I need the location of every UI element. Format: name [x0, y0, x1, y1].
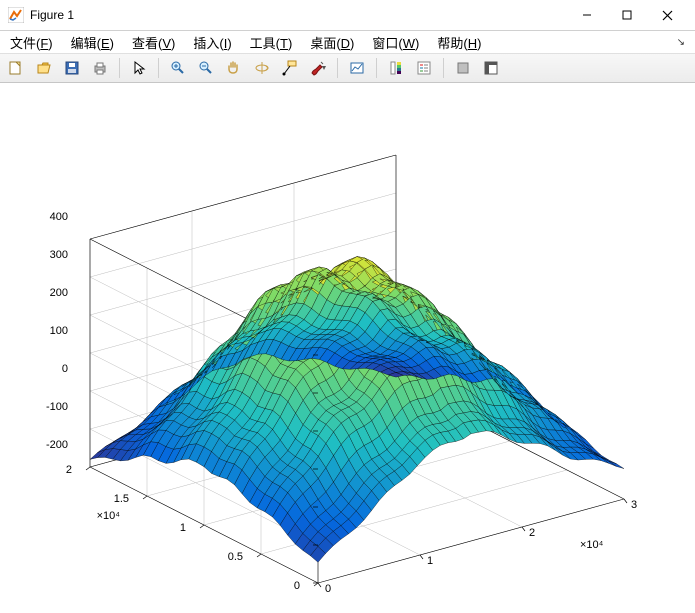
x-tick-label: 2: [529, 527, 559, 539]
toolbar: [0, 53, 695, 83]
menubar: 文件(F) 编辑(E) 查看(V) 插入(I) 工具(T) 桌面(D) 窗口(W…: [0, 31, 695, 53]
minimize-button[interactable]: [567, 0, 607, 30]
axes-3d[interactable]: -200 -100 0 100 200 300 400 0 0.5 1 1.5 …: [0, 83, 695, 613]
link-plot-icon[interactable]: [345, 56, 369, 80]
titlebar: Figure 1: [0, 0, 695, 31]
hide-plot-tools-icon[interactable]: [451, 56, 475, 80]
z-tick-label: 200: [28, 287, 68, 299]
menu-desktop[interactable]: 桌面(D): [306, 32, 358, 53]
new-figure-icon[interactable]: [4, 56, 28, 80]
x-exponent-label: ×10⁴: [580, 539, 620, 551]
menu-edit[interactable]: 编辑(E): [67, 32, 118, 53]
y-tick-label: 0: [270, 580, 300, 592]
z-tick-label: 400: [28, 211, 68, 223]
menu-overflow-icon[interactable]: ↘: [677, 37, 689, 48]
maximize-button[interactable]: [607, 0, 647, 30]
open-icon[interactable]: [32, 56, 56, 80]
insert-colorbar-icon[interactable]: [384, 56, 408, 80]
brush-icon[interactable]: [306, 56, 330, 80]
dock-icon[interactable]: [479, 56, 503, 80]
menu-help[interactable]: 帮助(H): [433, 32, 485, 53]
z-tick-label: 300: [28, 249, 68, 261]
menu-view[interactable]: 查看(V): [128, 32, 179, 53]
insert-legend-icon[interactable]: [412, 56, 436, 80]
y-tick-label: 2: [42, 464, 72, 476]
rotate3d-icon[interactable]: [250, 56, 274, 80]
data-cursor-icon[interactable]: [278, 56, 302, 80]
surface-plot[interactable]: [80, 153, 660, 523]
x-tick-label: 1: [427, 555, 457, 567]
menu-file[interactable]: 文件(F): [6, 32, 57, 53]
z-tick-label: -100: [28, 401, 68, 413]
matlab-figure-icon: [8, 7, 24, 23]
print-icon[interactable]: [88, 56, 112, 80]
save-icon[interactable]: [60, 56, 84, 80]
pointer-icon[interactable]: [127, 56, 151, 80]
y-tick-label: 1: [156, 522, 186, 534]
menu-window[interactable]: 窗口(W): [368, 32, 423, 53]
menu-insert[interactable]: 插入(I): [189, 32, 235, 53]
z-tick-label: -200: [28, 439, 68, 451]
menu-tools[interactable]: 工具(T): [246, 32, 297, 53]
y-tick-label: 0.5: [213, 551, 243, 563]
pan-icon[interactable]: [222, 56, 246, 80]
zoom-in-icon[interactable]: [166, 56, 190, 80]
z-tick-label: 100: [28, 325, 68, 337]
x-tick-label: 0: [325, 583, 355, 595]
z-tick-label: 0: [28, 363, 68, 375]
window-title: Figure 1: [30, 8, 74, 22]
zoom-out-icon[interactable]: [194, 56, 218, 80]
close-button[interactable]: [647, 0, 687, 30]
